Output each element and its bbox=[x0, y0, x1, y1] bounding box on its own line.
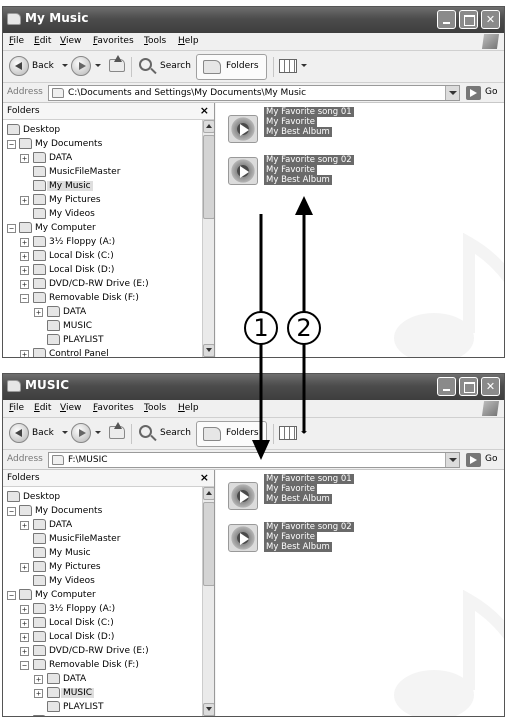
callout-2: 2 bbox=[287, 311, 321, 345]
drag-arrows-overlay bbox=[252, 196, 313, 460]
callout-1: 1 bbox=[244, 311, 278, 345]
